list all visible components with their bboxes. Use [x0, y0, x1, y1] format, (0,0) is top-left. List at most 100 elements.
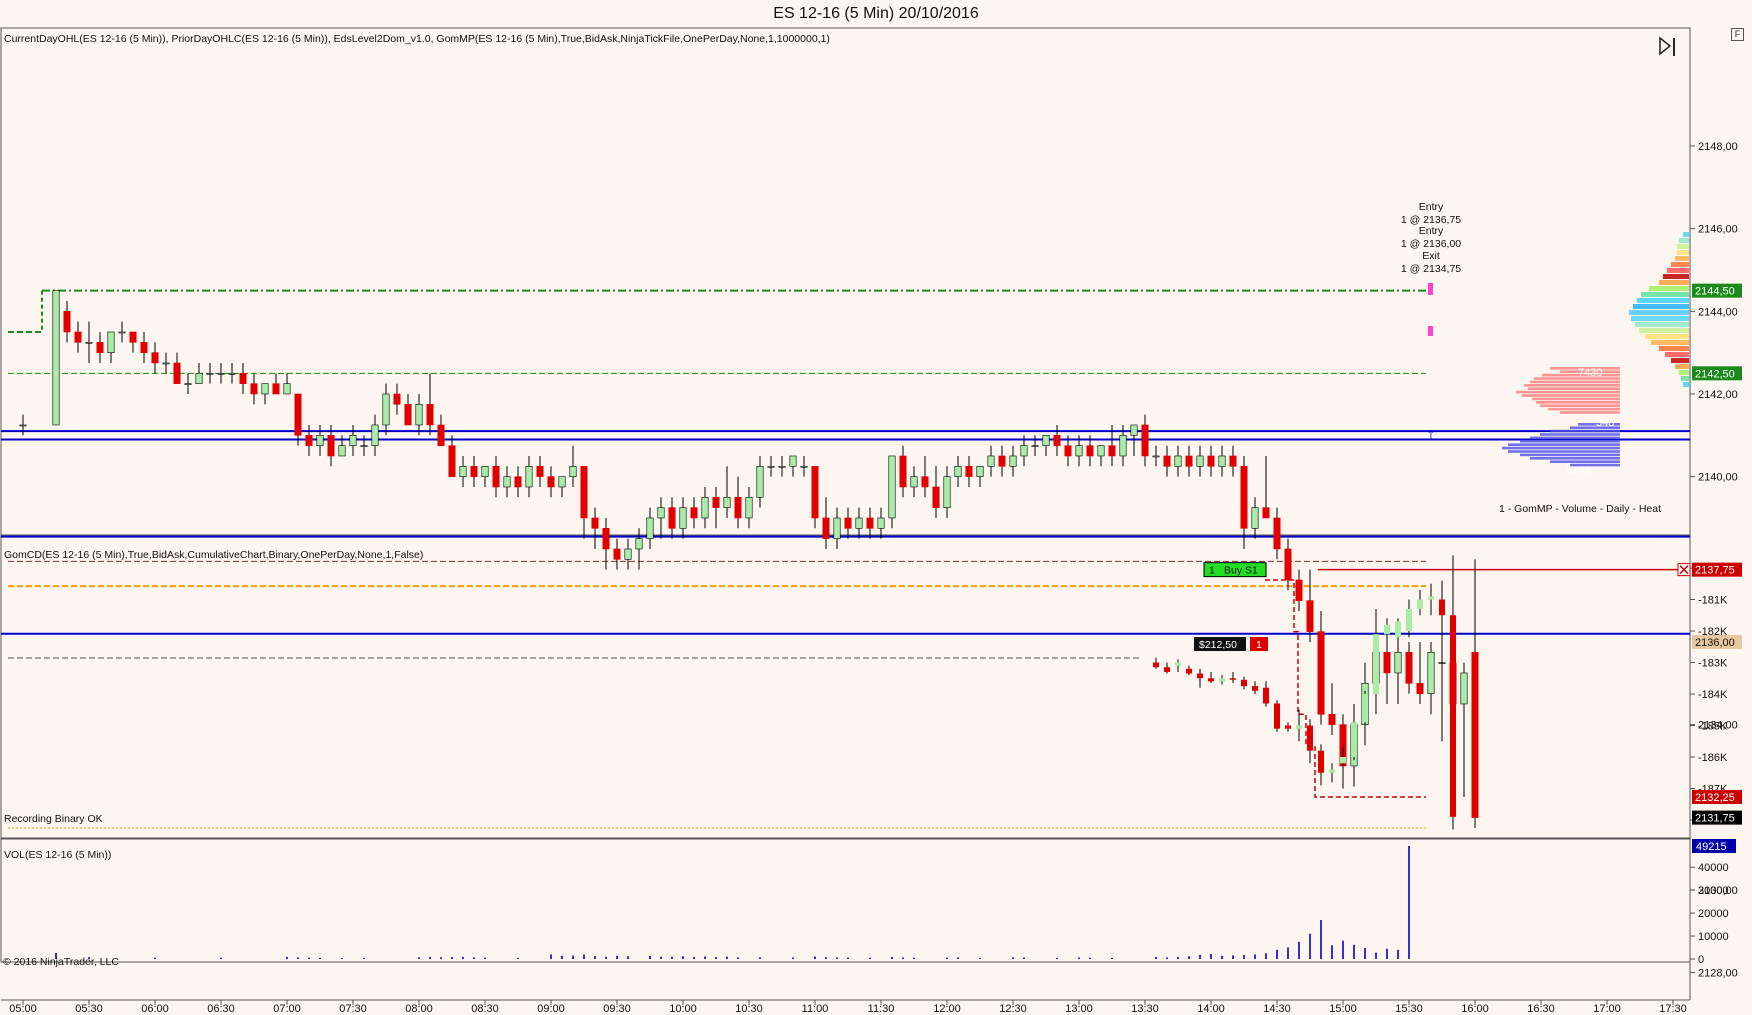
candle-body [811, 466, 819, 519]
candle-body [756, 466, 764, 498]
price-marker-label: 2142,50 [1695, 368, 1735, 380]
buy-stop-qty: 1 [1209, 565, 1215, 577]
candle-body [140, 342, 148, 353]
price-marker-label: 2132,25 [1695, 792, 1735, 804]
vol-tick-label: 40000 [1698, 862, 1729, 874]
candle-body [371, 424, 379, 446]
chart-canvas: CurrentDayOHL(ES 12-16 (5 Min)), PriorDa… [0, 27, 1742, 1015]
time-tick-label: 10:30 [735, 1003, 763, 1015]
price-panel [0, 27, 1691, 536]
trade-label: Entry [1419, 201, 1444, 213]
cd-body [1318, 750, 1324, 773]
candle-body [855, 517, 863, 529]
cd-body [1395, 621, 1401, 638]
trade-label: 1 @ 2136,00 [1401, 238, 1461, 250]
candle-body [228, 373, 236, 375]
candle-body [349, 435, 357, 446]
cd-body [1252, 686, 1258, 691]
time-tick-label: 12:00 [933, 1003, 961, 1015]
candle-body [1086, 445, 1094, 457]
cd-status-label: Recording Binary OK [4, 813, 103, 825]
candle-body [910, 476, 918, 488]
price-marker-label: 2131,75 [1695, 813, 1735, 825]
time-tick-label: 11:30 [868, 1003, 895, 1015]
candle-body [250, 383, 258, 395]
candle-body [283, 383, 291, 395]
candle-body [1185, 455, 1193, 467]
candle-body [613, 548, 621, 560]
candle-body [360, 445, 368, 447]
candle-body [514, 476, 522, 488]
time-tick-label: 08:30 [471, 1003, 499, 1015]
cd-body [1373, 634, 1379, 694]
candle-body [305, 435, 313, 446]
cd-body [1175, 662, 1181, 666]
vol-indicator-label: VOL(ES 12-16 (5 Min)) [4, 849, 111, 861]
time-tick-label: 09:30 [603, 1003, 631, 1015]
time-tick-label: 14:30 [1263, 1003, 1291, 1015]
candle-body [481, 466, 489, 477]
time-tick-label: 13:00 [1065, 1003, 1093, 1015]
candle-body [888, 455, 896, 519]
candle-body [426, 404, 434, 426]
time-tick-label: 05:30 [75, 1003, 103, 1015]
cd-body [1263, 687, 1269, 704]
candle-body [1031, 445, 1039, 447]
candle-body [1218, 455, 1226, 467]
cd-body [1439, 599, 1445, 616]
profile-number: 348 [1596, 417, 1614, 429]
cd-tick-label: -184K [1698, 689, 1728, 701]
cd-body [1417, 599, 1423, 609]
candle-body [129, 331, 137, 343]
candle-body [833, 517, 841, 539]
chart-window: ES 12-16 (5 Min) 20/10/2016 F CurrentDay… [0, 0, 1752, 1015]
cd-body [1285, 725, 1291, 729]
candle-body [470, 466, 478, 477]
candle-body [1020, 445, 1028, 457]
price-marker-label: 2137,75 [1695, 565, 1735, 577]
candle-body [525, 466, 533, 488]
cd-tick-label: -185K [1698, 721, 1728, 733]
cd-body [1307, 725, 1313, 751]
cd-indicator-label: GomCD(ES 12-16 (5 Min),True,BidAsk,Cumul… [4, 549, 423, 561]
time-tick-label: 17:00 [1593, 1003, 1621, 1015]
candle-body [459, 466, 467, 477]
candle-body [745, 497, 753, 519]
candle-body [1196, 455, 1204, 467]
candle-body [1427, 651, 1435, 694]
candle-body [151, 352, 159, 364]
candle-body [778, 466, 786, 468]
candle-body [767, 466, 775, 468]
cd-body [1296, 725, 1302, 729]
candle-body [547, 476, 555, 488]
candle-body [943, 476, 951, 508]
cd-body [1450, 615, 1456, 817]
candle-body [1273, 517, 1281, 550]
candle-body [1262, 507, 1270, 519]
candle-body [580, 466, 588, 519]
price-tick-label: 2142,00 [1698, 389, 1738, 401]
candle-body [1328, 713, 1336, 725]
candle-body [866, 517, 874, 529]
trade-label: Exit [1422, 250, 1440, 262]
cd-body [1241, 679, 1247, 687]
candle-body [1240, 466, 1248, 529]
candle-body [591, 517, 599, 529]
vol-marker-label: 49215 [1696, 841, 1727, 853]
candle-body [1416, 682, 1424, 694]
cd-tick-label: -183K [1698, 658, 1728, 670]
time-tick-label: 12:30 [999, 1003, 1027, 1015]
candle-body [800, 466, 808, 468]
candle-body [1163, 455, 1171, 467]
time-tick-label: 16:00 [1461, 1003, 1489, 1015]
candle-body [1064, 445, 1072, 457]
profile-number: 7430 [1578, 367, 1602, 379]
candle-body [1075, 445, 1083, 457]
candle-body [1108, 445, 1116, 457]
buy-stop-text: Buy S1 [1224, 565, 1258, 577]
price-tick-label: 2144,00 [1698, 306, 1738, 318]
volume-panel [0, 838, 1691, 963]
cd-panel [0, 535, 1691, 839]
entry-marker [1428, 283, 1433, 295]
candle-body [184, 383, 192, 385]
